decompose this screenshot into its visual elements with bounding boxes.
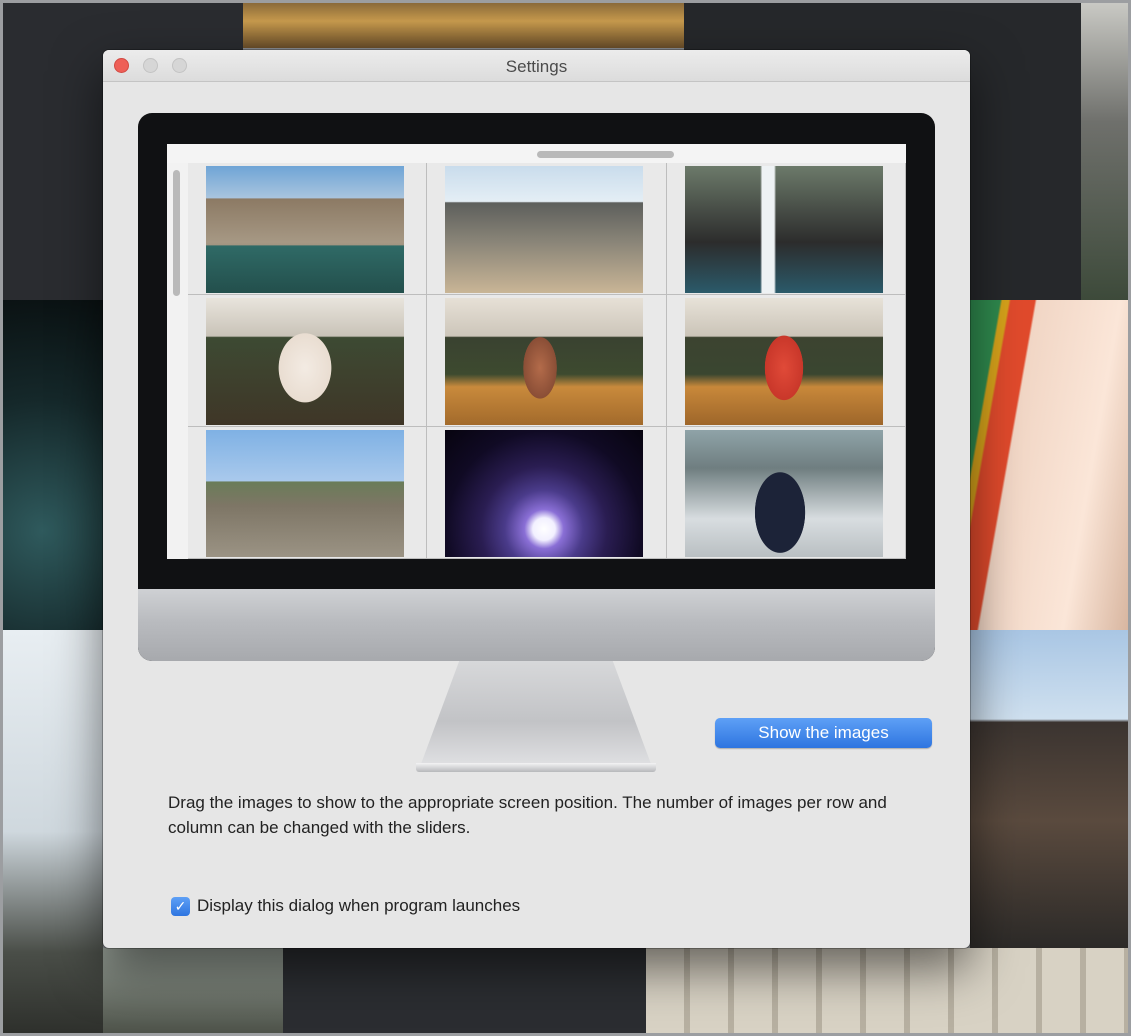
display-on-launch-checkbox[interactable]: ✓ xyxy=(171,896,190,916)
image-grid xyxy=(188,163,906,559)
imac-chin xyxy=(138,589,935,661)
background-photo xyxy=(3,300,103,630)
checkmark-icon: ✓ xyxy=(174,898,187,914)
imac-stand xyxy=(418,661,654,771)
grid-cell[interactable] xyxy=(427,295,667,427)
waterfall-photo[interactable] xyxy=(684,166,883,293)
background-photo xyxy=(970,630,1128,948)
grid-cell[interactable] xyxy=(666,427,906,559)
background-photo xyxy=(1081,3,1128,300)
grid-cell[interactable] xyxy=(188,163,428,295)
train-conductor-photo[interactable] xyxy=(684,430,883,557)
noh-performer-photo[interactable] xyxy=(206,298,404,425)
grid-cell[interactable] xyxy=(666,163,906,295)
horizontal-scrollbar[interactable] xyxy=(537,151,674,158)
grid-cell[interactable] xyxy=(188,295,428,427)
background-photo xyxy=(243,3,684,48)
grid-cell[interactable] xyxy=(666,295,906,427)
display-on-launch-option[interactable]: ✓ Display this dialog when program launc… xyxy=(171,896,520,916)
background-photo xyxy=(3,630,103,1033)
rocky-shore-photo[interactable] xyxy=(445,166,644,293)
bridge-photo[interactable] xyxy=(206,166,404,293)
railway-tracks-photo[interactable] xyxy=(206,430,404,557)
title-bar[interactable]: Settings xyxy=(103,50,970,82)
imac-preview xyxy=(138,113,935,661)
help-text: Drag the images to show to the appropria… xyxy=(168,793,887,837)
light-tunnel-photo[interactable] xyxy=(445,430,644,557)
noh-dancer-photo[interactable] xyxy=(445,298,644,425)
background-photo xyxy=(103,948,283,1033)
imac-foot xyxy=(416,763,656,772)
red-costume-performer-photo[interactable] xyxy=(684,298,883,425)
window-title: Settings xyxy=(505,57,568,76)
vertical-scrollbar[interactable] xyxy=(173,170,180,296)
preview-screen xyxy=(167,144,906,559)
background-photo xyxy=(970,300,1128,630)
show-images-button[interactable]: Show the images xyxy=(715,718,932,748)
settings-window: Settings Show the images Drag the images… xyxy=(103,50,970,948)
background-photo xyxy=(283,948,646,1033)
grid-cell[interactable] xyxy=(188,427,428,559)
background-photo xyxy=(646,948,1128,1033)
grid-cell[interactable] xyxy=(427,427,667,559)
grid-cell[interactable] xyxy=(427,163,667,295)
display-on-launch-label[interactable]: Display this dialog when program launche… xyxy=(197,896,520,916)
